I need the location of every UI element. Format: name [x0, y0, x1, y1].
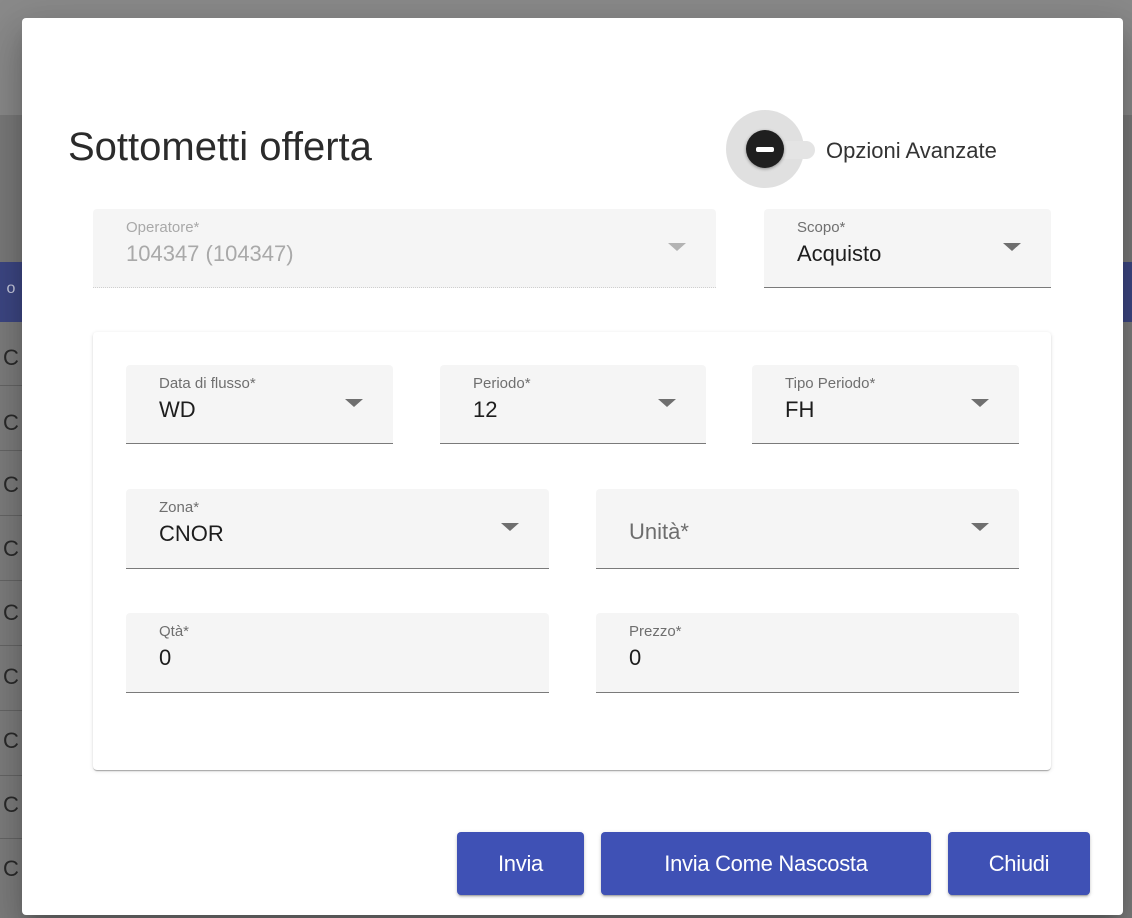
- zona-label: Zona*: [159, 499, 200, 516]
- unita-select[interactable]: Unità*: [596, 489, 1019, 569]
- tipo-periodo-select[interactable]: Tipo Periodo* FH: [752, 365, 1019, 444]
- backdrop-divider: [0, 710, 22, 711]
- chevron-down-icon[interactable]: [971, 399, 989, 407]
- tipo-periodo-label: Tipo Periodo*: [785, 375, 876, 392]
- scopo-select[interactable]: Scopo* Acquisto: [764, 209, 1051, 288]
- backdrop-divider: [0, 450, 22, 451]
- data-flusso-value: WD: [159, 397, 196, 422]
- backdrop-cell: C: [3, 728, 19, 753]
- periodo-value: 12: [473, 397, 498, 422]
- backdrop-divider: [0, 775, 22, 776]
- backdrop-cell: o: [6, 280, 16, 297]
- unita-placeholder: Unità*: [629, 519, 689, 544]
- submit-offer-dialog: Sottometti offerta Opzioni Avanzate Oper…: [22, 18, 1123, 915]
- prezzo-value[interactable]: 0: [629, 645, 641, 671]
- invia-button[interactable]: Invia: [457, 832, 584, 895]
- advanced-options-toggle[interactable]: Opzioni Avanzate: [726, 110, 1086, 190]
- minus-icon: [756, 146, 774, 152]
- chevron-down-icon[interactable]: [345, 399, 363, 407]
- scopo-value: Acquisto: [797, 241, 882, 266]
- backdrop-divider: [0, 580, 22, 581]
- backdrop-divider: [0, 385, 22, 386]
- toggle-thumb[interactable]: [746, 130, 784, 168]
- backdrop-cell: C: [3, 856, 19, 881]
- prezzo-label: Prezzo*: [629, 623, 682, 640]
- operatore-value: 104347 (104347): [126, 241, 294, 266]
- dialog-title: Sottometti offerta: [68, 125, 372, 169]
- data-flusso-label: Data di flusso*: [159, 375, 256, 392]
- operatore-select: Operatore* 104347 (104347): [93, 209, 716, 288]
- advanced-options-label[interactable]: Opzioni Avanzate: [826, 138, 997, 164]
- backdrop-divider: [0, 645, 22, 646]
- chevron-down-icon: [668, 243, 686, 251]
- backdrop-cell: C: [3, 600, 19, 625]
- backdrop-cell: C: [3, 536, 19, 561]
- chevron-down-icon[interactable]: [658, 399, 676, 407]
- backdrop-cell: C: [3, 792, 19, 817]
- qta-label: Qtà*: [159, 623, 190, 640]
- operatore-label: Operatore*: [126, 219, 200, 236]
- qta-input[interactable]: Qtà* 0: [126, 613, 549, 693]
- backdrop-cell: C: [3, 472, 19, 497]
- periodo-label: Periodo*: [473, 375, 531, 392]
- chevron-down-icon[interactable]: [971, 523, 989, 531]
- chevron-down-icon[interactable]: [501, 523, 519, 531]
- backdrop-cell: C: [3, 664, 19, 689]
- qta-value[interactable]: 0: [159, 645, 171, 671]
- zona-select[interactable]: Zona* CNOR: [126, 489, 549, 569]
- invia-nascosta-button[interactable]: Invia Come Nascosta: [601, 832, 931, 895]
- chevron-down-icon[interactable]: [1003, 243, 1021, 251]
- prezzo-input[interactable]: Prezzo* 0: [596, 613, 1019, 693]
- backdrop-cell: C: [3, 410, 19, 435]
- backdrop-divider: [0, 515, 22, 516]
- zona-value: CNOR: [159, 521, 224, 546]
- chiudi-button[interactable]: Chiudi: [948, 832, 1090, 895]
- scopo-label: Scopo*: [797, 219, 846, 236]
- data-flusso-select[interactable]: Data di flusso* WD: [126, 365, 393, 444]
- tipo-periodo-value: FH: [785, 397, 815, 422]
- periodo-select[interactable]: Periodo* 12: [440, 365, 706, 444]
- backdrop-cell: C: [3, 345, 19, 370]
- backdrop-divider: [0, 838, 22, 839]
